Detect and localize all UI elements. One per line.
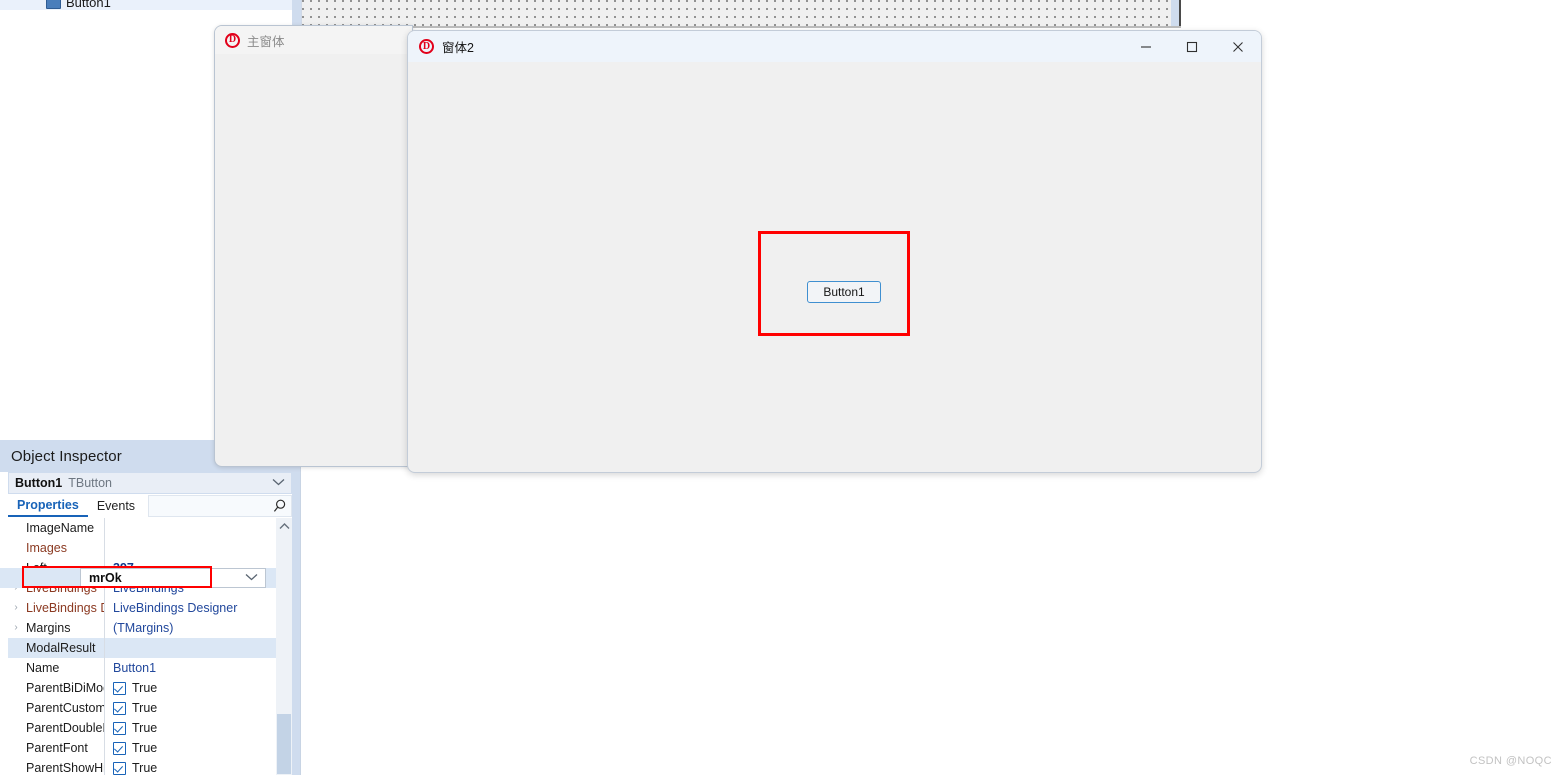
- scrollbar-thumb[interactable]: [277, 714, 291, 774]
- property-value[interactable]: True: [104, 758, 292, 775]
- property-row[interactable]: ModalResult: [8, 638, 292, 658]
- designer-left-edge: [292, 0, 301, 26]
- property-value-text: True: [132, 721, 158, 735]
- checkbox-checked-icon[interactable]: [113, 741, 126, 755]
- design-window-form2[interactable]: D 窗体2 Button1: [407, 30, 1262, 473]
- tab-properties-label: Properties: [17, 498, 79, 512]
- chevron-up-icon[interactable]: [276, 518, 292, 534]
- property-value[interactable]: [104, 518, 292, 538]
- property-row[interactable]: ParentShowHint True: [8, 758, 292, 775]
- selected-object-name: Button1: [15, 476, 63, 490]
- property-name: ParentCustomHint: [26, 701, 104, 715]
- property-row[interactable]: Name Button1: [8, 658, 292, 678]
- minimize-button[interactable]: [1123, 31, 1169, 62]
- property-row[interactable]: ParentBiDiMode True: [8, 678, 292, 698]
- property-name: Images: [26, 541, 67, 555]
- maximize-button[interactable]: [1169, 31, 1215, 62]
- property-name: Margins: [26, 621, 71, 635]
- designer-bottom-divider: [292, 26, 1181, 28]
- object-inspector-right-strip: [292, 440, 300, 775]
- object-inspector-title: Object Inspector: [11, 447, 122, 465]
- main-form-title: 主窗体: [247, 34, 285, 49]
- property-grid[interactable]: ImageNameImagesLeft397›LiveBindingsLiveB…: [8, 518, 292, 775]
- checkbox-checked-icon[interactable]: [113, 721, 126, 735]
- property-row[interactable]: › LiveBindings D LiveBindings Designer: [8, 598, 292, 618]
- ide-root: Button1 Object Inspector Button1 TButton…: [0, 0, 1562, 775]
- form-designer-surface[interactable]: [301, 0, 1172, 26]
- designer-right-rule: [1179, 0, 1181, 26]
- selected-object-class: TButton: [68, 476, 112, 490]
- design-button-button1[interactable]: Button1: [807, 281, 881, 303]
- property-value[interactable]: True: [104, 718, 292, 738]
- property-row[interactable]: › Margins (TMargins): [8, 618, 292, 638]
- expand-arrow-icon[interactable]: ›: [8, 603, 24, 613]
- modalresult-combo-editor[interactable]: mrOk: [80, 568, 266, 588]
- chevron-down-icon[interactable]: [245, 573, 265, 584]
- close-button[interactable]: [1215, 31, 1261, 62]
- search-icon[interactable]: [273, 499, 286, 513]
- structure-tree-item-label: Button1: [66, 0, 111, 10]
- property-value[interactable]: [104, 538, 292, 558]
- design-button-caption: Button1: [823, 285, 865, 299]
- property-row[interactable]: ParentFont True: [8, 738, 292, 758]
- tab-events[interactable]: Events: [88, 495, 144, 517]
- property-value[interactable]: True: [104, 678, 292, 698]
- object-inspector-titlebar: Object Inspector: [0, 440, 220, 472]
- watermark: CSDN @NOQC: [1469, 755, 1552, 767]
- property-name: ParentFont: [26, 741, 88, 755]
- component-icon: [46, 0, 61, 9]
- property-row[interactable]: ImageName: [8, 518, 292, 538]
- structure-tree-item-button1[interactable]: Button1: [0, 0, 300, 10]
- property-value[interactable]: [104, 638, 292, 658]
- expand-arrow-icon[interactable]: ›: [8, 623, 24, 633]
- checkbox-checked-icon[interactable]: [113, 681, 126, 695]
- checkbox-checked-icon[interactable]: [113, 761, 126, 775]
- property-value[interactable]: LiveBindings Designer: [104, 598, 292, 618]
- form2-titlebar[interactable]: D 窗体2: [408, 31, 1261, 62]
- property-row[interactable]: Images: [8, 538, 292, 558]
- tab-events-label: Events: [96, 499, 136, 513]
- object-selector-combo[interactable]: Button1 TButton: [8, 472, 292, 494]
- property-name: ParentBiDiMode: [26, 681, 104, 695]
- design-window-main-form[interactable]: D 主窗体: [214, 25, 413, 467]
- property-name: ParentDoubleBuffered: [26, 721, 104, 735]
- property-value[interactable]: Button1: [104, 658, 292, 678]
- main-form-titlebar[interactable]: D 主窗体: [215, 26, 412, 54]
- tab-properties[interactable]: Properties: [8, 495, 88, 517]
- caption-buttons: [1123, 31, 1261, 62]
- property-row[interactable]: ParentCustomHint True: [8, 698, 292, 718]
- object-inspector-panel: Object Inspector Button1 TButton Propert…: [0, 440, 301, 775]
- property-name: ModalResult: [26, 641, 96, 655]
- property-value[interactable]: True: [104, 738, 292, 758]
- property-row[interactable]: ParentDoubleBuffered True: [8, 718, 292, 738]
- property-name: Name: [26, 661, 60, 675]
- property-name: ParentShowHint: [26, 761, 104, 775]
- modalresult-value: mrOk: [89, 571, 122, 585]
- search-input[interactable]: [149, 496, 291, 516]
- checkbox-checked-icon[interactable]: [113, 701, 126, 715]
- property-value-text: True: [132, 681, 158, 695]
- chevron-down-icon[interactable]: [272, 478, 285, 489]
- form2-title: 窗体2: [442, 41, 474, 55]
- delphi-logo-icon: D: [419, 39, 434, 54]
- property-name: ImageName: [26, 521, 95, 535]
- delphi-logo-icon: D: [225, 32, 240, 48]
- object-inspector-tabs: Properties Events: [8, 495, 292, 517]
- property-value[interactable]: (TMargins): [104, 618, 292, 638]
- property-value-text: True: [132, 761, 158, 775]
- property-grid-scrollbar[interactable]: [276, 518, 292, 775]
- property-name: LiveBindings D: [26, 601, 104, 615]
- property-value-text: True: [132, 701, 158, 715]
- property-value-text: True: [132, 741, 158, 755]
- designer-right-edge: [1171, 0, 1179, 26]
- property-value[interactable]: True: [104, 698, 292, 718]
- property-search-box[interactable]: [148, 495, 292, 517]
